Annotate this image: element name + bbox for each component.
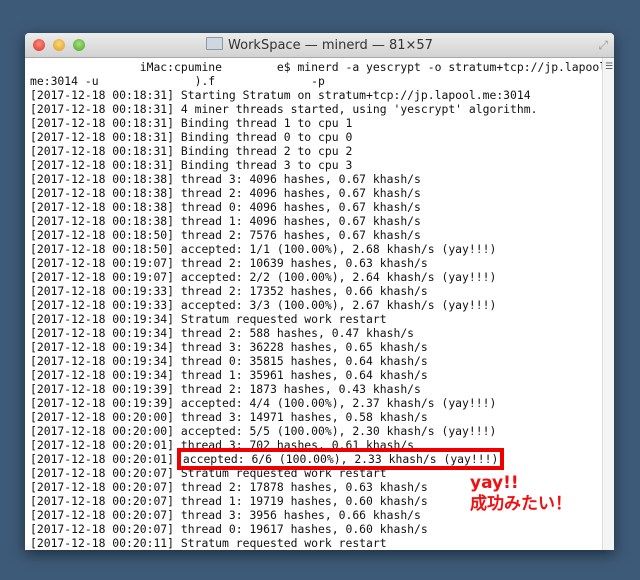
log-line: [2017-12-18 00:18:31] Binding thread 0 t…: [30, 130, 353, 144]
log-line: [2017-12-18 00:18:31] 4 miner threads st…: [30, 102, 538, 116]
log-line: [2017-12-18 00:18:50] thread 2: 7576 has…: [30, 228, 421, 242]
log-line: [2017-12-18 00:18:31] Binding thread 2 t…: [30, 144, 353, 158]
log-line: [2017-12-18 00:19:07] thread 2: 10639 ha…: [30, 256, 428, 270]
log-line: [2017-12-18 00:19:07] accepted: 2/2 (100…: [30, 270, 497, 284]
scrollbar[interactable]: ☰: [602, 58, 614, 550]
annotation-line: 成功みたい！: [470, 494, 572, 514]
annotation-line: yay!!: [470, 473, 519, 493]
log-line: [2017-12-18 00:20:01] thread 3: 702 hash…: [30, 438, 415, 452]
log-line: [2017-12-18 00:18:31] Binding thread 3 t…: [30, 158, 353, 172]
log-line: [2017-12-18 00:18:38] thread 0: 4096 has…: [30, 200, 421, 214]
annotation: yay!! 成功みたい！: [470, 473, 572, 515]
log-line: [2017-12-18 00:18:38] thread 1: 4096 has…: [30, 214, 421, 228]
log-line: [2017-12-18 00:19:34] thread 3: 36228 ha…: [30, 340, 428, 354]
log-line: [2017-12-18 00:20:00] accepted: 5/5 (100…: [30, 424, 497, 438]
title-bar: WorkSpace — minerd — 81×57 ⤢: [25, 33, 614, 58]
command-line: iMac:cpumine e$ minerd -a yescrypt -o st…: [30, 60, 613, 74]
log-line: [2017-12-18 00:18:31] Starting Stratum o…: [30, 88, 531, 102]
log-line: [2017-12-18 00:19:39] thread 2: 1873 has…: [30, 382, 421, 396]
folder-icon: [206, 37, 224, 50]
log-line: [2017-12-18 00:18:31] Binding thread 1 t…: [30, 116, 353, 130]
log-line: [2017-12-18 00:19:34] thread 1: 35961 ha…: [30, 368, 428, 382]
log-line: [2017-12-18 00:18:38] thread 3: 4096 has…: [30, 172, 421, 186]
log-line: [2017-12-18 00:18:38] thread 2: 4096 has…: [30, 186, 421, 200]
log-line: [2017-12-18 00:20:01] accepted: 6/6 (100…: [30, 448, 602, 470]
log-line: [2017-12-18 00:19:39] accepted: 4/4 (100…: [30, 396, 497, 410]
window-title: WorkSpace — minerd — 81×57: [25, 37, 614, 53]
highlighted-accepted-line: accepted: 6/6 (100.00%), 2.33 khash/s (y…: [176, 448, 505, 470]
scroll-menu-icon[interactable]: ☰: [605, 62, 613, 72]
log-line: [2017-12-18 00:19:34] thread 2: 588 hash…: [30, 326, 415, 340]
log-line: [2017-12-18 00:20:00] thread 3: 14971 ha…: [30, 410, 428, 424]
log-line: [2017-12-18 00:20:11] Stratum requested …: [30, 536, 387, 550]
log-line: [2017-12-18 00:18:50] accepted: 1/1 (100…: [30, 242, 497, 256]
fullscreen-icon[interactable]: ⤢: [598, 38, 608, 53]
window-title-text: WorkSpace — minerd — 81×57: [228, 38, 433, 53]
log-timestamp: [2017-12-18 00:20:01]: [30, 452, 181, 466]
log-line: [2017-12-18 00:19:33] thread 2: 17352 ha…: [30, 284, 428, 298]
log-line: [2017-12-18 00:19:34] Stratum requested …: [30, 312, 387, 326]
log-line: [2017-12-18 00:19:34] thread 0: 35815 ha…: [30, 354, 428, 368]
log-line: [2017-12-18 00:20:07] thread 0: 19617 ha…: [30, 522, 428, 536]
log-line: [2017-12-18 00:19:33] accepted: 3/3 (100…: [30, 298, 497, 312]
command-line: me:3014 -u ).f -p: [30, 74, 325, 88]
